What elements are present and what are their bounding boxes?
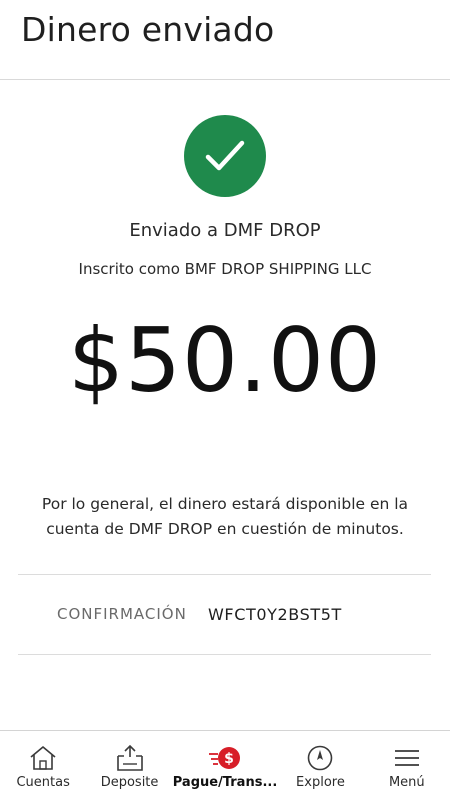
svg-text:$: $ — [224, 751, 234, 767]
bottom-tab-bar: Cuentas Deposite $ Pague/Trans... Explor… — [0, 730, 450, 809]
tab-label: Deposite — [100, 775, 159, 790]
home-icon — [26, 743, 60, 773]
page-title: Dinero enviado — [21, 10, 275, 49]
hamburger-menu-icon — [390, 743, 424, 773]
tab-menu[interactable]: Menú — [364, 731, 450, 809]
tab-pague-transfiera[interactable]: $ Pague/Trans... — [172, 731, 278, 809]
tab-label: Cuentas — [16, 775, 70, 790]
header: Dinero enviado — [0, 0, 450, 80]
confirmation-label: CONFIRMACIÓN — [57, 605, 187, 623]
check-mark-icon — [205, 140, 245, 171]
divider — [18, 574, 431, 575]
success-check-icon — [184, 115, 266, 197]
availability-info: Por lo general, el dinero estará disponi… — [41, 495, 409, 538]
tab-explore[interactable]: Explore — [277, 731, 363, 809]
pay-transfer-icon: $ — [208, 743, 242, 773]
money-sent-screen: Dinero enviado Enviado a DMF DROP Inscri… — [0, 0, 450, 809]
deposit-icon — [113, 743, 147, 773]
divider — [18, 654, 431, 655]
tab-label: Pague/Trans... — [172, 775, 278, 790]
tab-deposite[interactable]: Deposite — [86, 731, 172, 809]
sent-to-text: Enviado a DMF DROP — [129, 220, 321, 241]
confirmation-number: WFCT0Y2BST5T — [208, 605, 342, 624]
tab-label: Explore — [296, 775, 345, 790]
enrolled-as-text: Inscrito como BMF DROP SHIPPING LLC — [78, 260, 372, 278]
amount-value: $50.00 — [68, 309, 382, 412]
tab-label: Menú — [388, 775, 425, 790]
tab-cuentas[interactable]: Cuentas — [0, 731, 86, 809]
compass-icon — [303, 743, 337, 773]
